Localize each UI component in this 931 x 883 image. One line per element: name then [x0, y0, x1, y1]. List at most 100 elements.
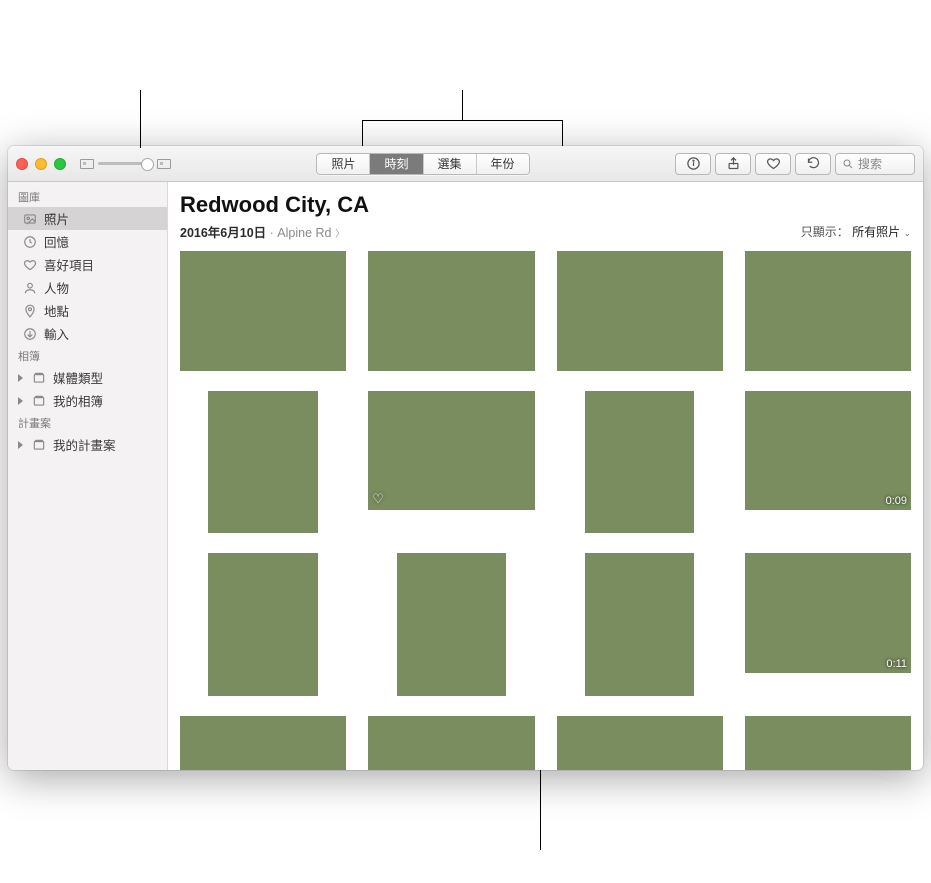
- photo-thumbnail[interactable]: [208, 391, 318, 533]
- photo-thumbnail[interactable]: [368, 251, 534, 371]
- search-field[interactable]: 搜索: [835, 153, 915, 175]
- photo-thumbnail[interactable]: [585, 391, 695, 533]
- album-icon: [31, 393, 46, 408]
- view-tab-1[interactable]: 時刻: [370, 154, 423, 174]
- toolbar-right: 搜索: [675, 153, 915, 175]
- photo-thumbnail[interactable]: [180, 716, 346, 770]
- photo-image: [585, 391, 695, 533]
- photo-image: [557, 716, 723, 770]
- photo-thumbnail[interactable]: [397, 553, 507, 695]
- view-segmented-control: 照片時刻選集年份: [316, 153, 529, 175]
- zoom-in-icon[interactable]: [157, 159, 171, 169]
- sidebar-item[interactable]: 我的相簿: [8, 389, 167, 412]
- disclosure-triangle-icon[interactable]: [18, 374, 27, 382]
- sidebar-item[interactable]: 媒體類型: [8, 366, 167, 389]
- sidebar-item-label: 我的計畫案: [53, 435, 116, 454]
- callout-line: [462, 90, 463, 121]
- photo-thumbnail[interactable]: 0:09: [745, 391, 911, 511]
- zoom-slider[interactable]: [98, 162, 153, 165]
- sidebar: 圖庫照片回憶喜好項目人物地點輸入相簿媒體類型我的相簿計畫案我的計畫案: [8, 182, 168, 770]
- photo-thumbnail[interactable]: [208, 553, 318, 695]
- photo-thumbnail[interactable]: [368, 716, 534, 770]
- info-button[interactable]: [675, 153, 711, 175]
- pin-icon: [22, 303, 37, 318]
- sidebar-item-label: 照片: [44, 209, 69, 228]
- album-icon: [31, 370, 46, 385]
- sidebar-item[interactable]: 人物: [8, 276, 167, 299]
- close-button[interactable]: [16, 158, 28, 170]
- video-duration-badge: 0:11: [886, 658, 907, 670]
- sidebar-item-label: 輸入: [44, 324, 69, 343]
- photo-image: [745, 553, 911, 673]
- rotate-button[interactable]: [795, 153, 831, 175]
- photo-image: [397, 553, 507, 695]
- sidebar-item-label: 媒體類型: [53, 368, 103, 387]
- moment-date: 2016年6月10日: [180, 226, 266, 240]
- chevron-down-icon: ⌄: [903, 228, 911, 238]
- zoom-out-icon[interactable]: [80, 159, 94, 169]
- photo-thumbnail[interactable]: [745, 251, 911, 371]
- sidebar-item[interactable]: 我的計畫案: [8, 433, 167, 456]
- window-controls: [16, 158, 66, 170]
- sidebar-item[interactable]: 輸入: [8, 322, 167, 345]
- photo-image: [745, 391, 911, 511]
- callout-line: [540, 770, 541, 850]
- callout-line: [562, 120, 563, 146]
- sidebar-item[interactable]: 地點: [8, 299, 167, 322]
- photo-image: [745, 251, 911, 371]
- import-icon: [22, 326, 37, 341]
- photo-image: [208, 391, 318, 533]
- photo-image: [368, 251, 534, 371]
- moment-subtitle[interactable]: 2016年6月10日 · Alpine Rd 〉: [180, 222, 345, 241]
- photo-thumbnail[interactable]: [557, 716, 723, 770]
- album-icon: [31, 437, 46, 452]
- view-tab-3[interactable]: 年份: [477, 154, 529, 174]
- sidebar-item[interactable]: 照片: [8, 207, 167, 230]
- photo-thumbnail[interactable]: 0:11: [745, 553, 911, 673]
- heart-icon: [22, 257, 37, 272]
- disclosure-triangle-icon[interactable]: [18, 441, 27, 449]
- photo-image: [585, 553, 695, 695]
- photo-grid: ♡ 0:09 0:11: [180, 251, 911, 770]
- share-button[interactable]: [715, 153, 751, 175]
- sidebar-item-label: 喜好項目: [44, 255, 94, 274]
- photo-image: [368, 391, 534, 511]
- show-only-label: 只顯示：: [801, 225, 849, 239]
- app-window: 照片時刻選集年份 搜索 圖庫照片回憶喜好項目人物地點輸入相簿媒體類型我的相簿計畫…: [8, 146, 923, 770]
- photo-thumbnail[interactable]: [557, 251, 723, 371]
- photo-image: [180, 251, 346, 371]
- callout-line: [362, 120, 363, 146]
- favorite-icon: ♡: [372, 491, 384, 507]
- sidebar-item[interactable]: 喜好項目: [8, 253, 167, 276]
- view-tab-2[interactable]: 選集: [424, 154, 477, 174]
- photo-thumbnail[interactable]: [585, 553, 695, 695]
- photo-thumbnail[interactable]: ♡: [368, 391, 534, 511]
- photo-image: [745, 716, 911, 770]
- callout-line: [362, 120, 562, 121]
- disclosure-triangle-icon[interactable]: [18, 397, 27, 405]
- favorite-button[interactable]: [755, 153, 791, 175]
- person-icon: [22, 280, 37, 295]
- photo-image: [368, 716, 534, 770]
- sidebar-item-label: 我的相簿: [53, 391, 103, 410]
- sidebar-section-header: 計畫案: [8, 412, 167, 433]
- sidebar-item[interactable]: 回憶: [8, 230, 167, 253]
- view-tab-0[interactable]: 照片: [317, 154, 370, 174]
- zoom-control: [80, 159, 171, 169]
- photo-image: [557, 251, 723, 371]
- show-only-value: 所有照片: [852, 225, 900, 239]
- maximize-button[interactable]: [54, 158, 66, 170]
- photo-thumbnail[interactable]: [180, 251, 346, 371]
- sidebar-item-label: 人物: [44, 278, 69, 297]
- photo-image: [208, 553, 318, 695]
- video-duration-badge: 0:09: [886, 495, 907, 507]
- sidebar-item-label: 地點: [44, 301, 69, 320]
- show-only-control[interactable]: 只顯示： 所有照片 ⌄: [801, 223, 911, 240]
- photo-thumbnail[interactable]: [745, 716, 911, 770]
- sidebar-section-header: 圖庫: [8, 186, 167, 207]
- chevron-right-icon: 〉: [335, 229, 345, 240]
- sidebar-section-header: 相簿: [8, 345, 167, 366]
- clock-icon: [22, 234, 37, 249]
- minimize-button[interactable]: [35, 158, 47, 170]
- sidebar-item-label: 回憶: [44, 232, 69, 251]
